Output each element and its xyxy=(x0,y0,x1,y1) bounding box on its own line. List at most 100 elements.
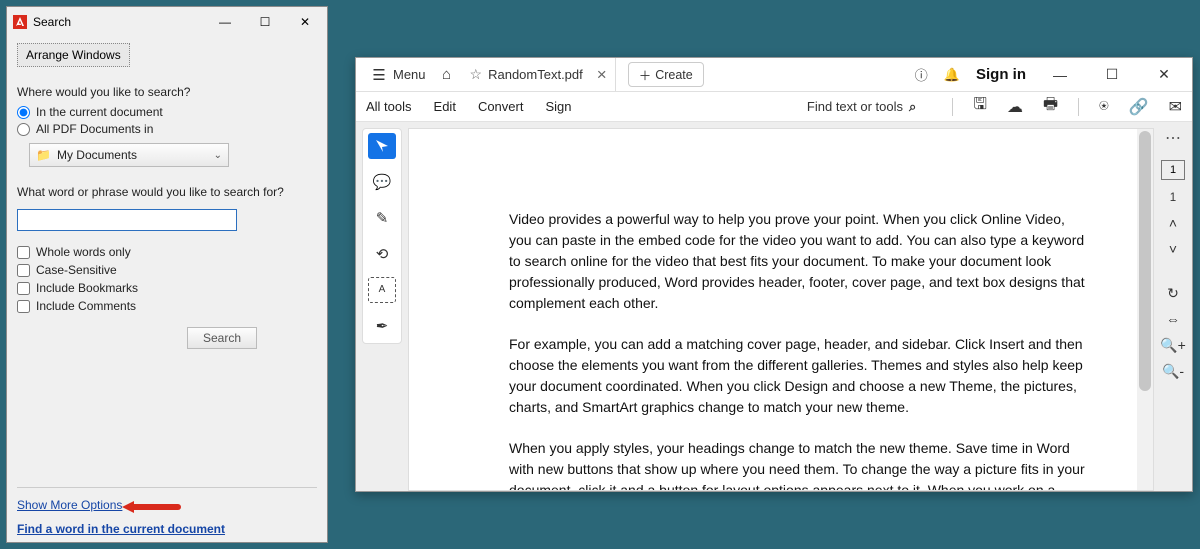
cloud-upload-icon[interactable]: ☁ xyxy=(1007,97,1023,117)
vertical-scrollbar[interactable] xyxy=(1137,129,1153,490)
titlebar-right: ⓘ 🔔 Sign in — ☐ ✕ xyxy=(915,65,1182,84)
arrange-windows-button[interactable]: Arrange Windows xyxy=(17,43,130,67)
subbar-all-tools[interactable]: All tools xyxy=(366,99,412,114)
find-word-link[interactable]: Find a word in the current document xyxy=(17,522,225,536)
rotate-icon[interactable]: ↻ xyxy=(1167,286,1179,300)
pdf-close-button[interactable]: ✕ xyxy=(1146,66,1182,83)
checkbox-case-input[interactable] xyxy=(17,264,30,277)
workspace: 💬 ✎ ⟲ A ✒ Video provides a powerful way … xyxy=(356,122,1192,491)
find-text-button[interactable]: Find text or tools ⌕ xyxy=(807,99,916,115)
annotation-arrow xyxy=(128,499,183,511)
checkbox-comments-label: Include Comments xyxy=(36,299,136,313)
checkbox-case-sensitive[interactable]: Case-Sensitive xyxy=(17,263,317,277)
plus-icon: ＋ xyxy=(639,65,652,84)
chevron-down-icon: ⌄ xyxy=(214,150,222,161)
subbar-sign[interactable]: Sign xyxy=(545,99,571,114)
scroll-thumb[interactable] xyxy=(1139,131,1151,391)
page-total: 1 xyxy=(1170,192,1176,204)
checkbox-include-comments[interactable]: Include Comments xyxy=(17,299,317,313)
folder-value: My Documents xyxy=(57,148,137,162)
what-phrase-label: What word or phrase would you like to se… xyxy=(17,185,317,199)
adobe-icon xyxy=(13,15,27,29)
show-more-options-link[interactable]: Show More Options xyxy=(17,498,122,512)
divider xyxy=(1078,98,1079,116)
page-current-box[interactable]: 1 xyxy=(1161,160,1185,180)
page-current: 1 xyxy=(1170,164,1176,176)
comment-tool[interactable]: 💬 xyxy=(368,169,396,195)
ttouch-select-tool[interactable] xyxy=(368,133,396,159)
radio-current-document[interactable]: In the current document xyxy=(17,105,317,119)
left-toolbar: 💬 ✎ ⟲ A ✒ xyxy=(362,128,402,344)
folder-icon: 📁 xyxy=(36,148,51,162)
search-footer: Show More Options Find a word in the cur… xyxy=(17,487,317,536)
more-options-icon[interactable]: ⋯ xyxy=(1165,128,1181,148)
mail-icon[interactable]: ✉ xyxy=(1169,97,1182,117)
tab-title: RandomText.pdf xyxy=(488,67,583,82)
home-button[interactable]: ⌂ xyxy=(438,66,456,83)
pdf-titlebar: ☰ Menu ⌂ ☆ RandomText.pdf × ＋ Create ⓘ 🔔… xyxy=(356,58,1192,92)
search-phrase-input[interactable] xyxy=(17,209,237,231)
radio-current-label: In the current document xyxy=(36,105,163,119)
tab-close-icon[interactable]: × xyxy=(597,65,607,85)
checkbox-whole-input[interactable] xyxy=(17,246,30,259)
where-search-label: Where would you like to search? xyxy=(17,85,317,99)
menu-label: Menu xyxy=(393,67,426,82)
zoom-out-icon[interactable]: 🔍- xyxy=(1162,364,1184,378)
checkbox-whole-label: Whole words only xyxy=(36,245,131,259)
fit-width-icon[interactable]: ⇔ xyxy=(1166,312,1180,326)
menu-button[interactable]: ☰ Menu xyxy=(364,63,432,87)
page-up-icon[interactable]: ˄ xyxy=(1169,216,1177,230)
sign-in-button[interactable]: Sign in xyxy=(976,66,1026,83)
paragraph-2: For example, you can add a matching cove… xyxy=(509,334,1089,418)
checkbox-include-bookmarks[interactable]: Include Bookmarks xyxy=(17,281,317,295)
search-titlebar: Search — ☐ ✕ xyxy=(7,7,327,37)
share-icon[interactable]: ⍟ xyxy=(1099,98,1109,116)
search-title: Search xyxy=(33,15,71,29)
draw-tool[interactable]: ⟲ xyxy=(368,241,396,267)
checkbox-whole-words[interactable]: Whole words only xyxy=(17,245,317,259)
right-rail: ⋯ 1 1 ˄ ˅ ↻ ⇔ 🔍+ 🔍- xyxy=(1154,122,1192,491)
star-icon: ☆ xyxy=(470,66,483,83)
page-down-icon[interactable]: ˅ xyxy=(1169,242,1177,256)
radio-all-pdf[interactable]: All PDF Documents in xyxy=(17,122,317,136)
search-button[interactable]: Search xyxy=(187,327,257,349)
checkbox-bookmarks-input[interactable] xyxy=(17,282,30,295)
pdf-maximize-button[interactable]: ☐ xyxy=(1094,66,1130,83)
paragraph-3: When you apply styles, your headings cha… xyxy=(509,438,1089,491)
folder-select[interactable]: 📁 My Documents ⌄ xyxy=(29,143,229,167)
highlight-tool[interactable]: ✎ xyxy=(368,205,396,231)
document-tab[interactable]: ☆ RandomText.pdf × xyxy=(462,58,616,91)
find-text-label: Find text or tools xyxy=(807,99,903,114)
link-icon[interactable]: 🔗 xyxy=(1129,97,1149,117)
create-button[interactable]: ＋ Create xyxy=(628,62,704,87)
subbar-icon-group: 🖫 ☁ 🖶 ⍟ 🔗 ✉ xyxy=(952,93,1182,120)
pdf-subbar: All tools Edit Convert Sign Find text or… xyxy=(356,92,1192,122)
signature-tool[interactable]: ✒ xyxy=(368,313,396,339)
radio-all-input[interactable] xyxy=(17,123,30,136)
zoom-in-icon[interactable]: 🔍+ xyxy=(1160,338,1186,352)
subbar-convert[interactable]: Convert xyxy=(478,99,524,114)
hamburger-icon: ☰ xyxy=(370,66,388,84)
pdf-minimize-button[interactable]: — xyxy=(1042,67,1078,83)
close-button[interactable]: ✕ xyxy=(285,7,325,37)
text-box-tool[interactable]: A xyxy=(368,277,396,303)
radio-current-input[interactable] xyxy=(17,106,30,119)
pdf-viewer-window: ☰ Menu ⌂ ☆ RandomText.pdf × ＋ Create ⓘ 🔔… xyxy=(355,57,1193,492)
search-window: Search — ☐ ✕ Arrange Windows Where would… xyxy=(6,6,328,543)
checkbox-case-label: Case-Sensitive xyxy=(36,263,117,277)
divider xyxy=(952,98,953,116)
create-label: Create xyxy=(655,68,693,82)
document-page[interactable]: Video provides a powerful way to help yo… xyxy=(408,128,1154,491)
minimize-button[interactable]: — xyxy=(205,7,245,37)
search-icon: ⌕ xyxy=(909,99,916,115)
help-icon[interactable]: ⓘ xyxy=(915,65,928,84)
maximize-button[interactable]: ☐ xyxy=(245,7,285,37)
checkbox-comments-input[interactable] xyxy=(17,300,30,313)
bell-icon[interactable]: 🔔 xyxy=(944,67,960,83)
save-icon[interactable]: 🖫 xyxy=(973,93,987,120)
radio-all-label: All PDF Documents in xyxy=(36,122,153,136)
checkbox-bookmarks-label: Include Bookmarks xyxy=(36,281,138,295)
subbar-edit[interactable]: Edit xyxy=(434,99,456,114)
print-icon[interactable]: 🖶 xyxy=(1043,93,1058,120)
search-body: Arrange Windows Where would you like to … xyxy=(7,37,327,542)
